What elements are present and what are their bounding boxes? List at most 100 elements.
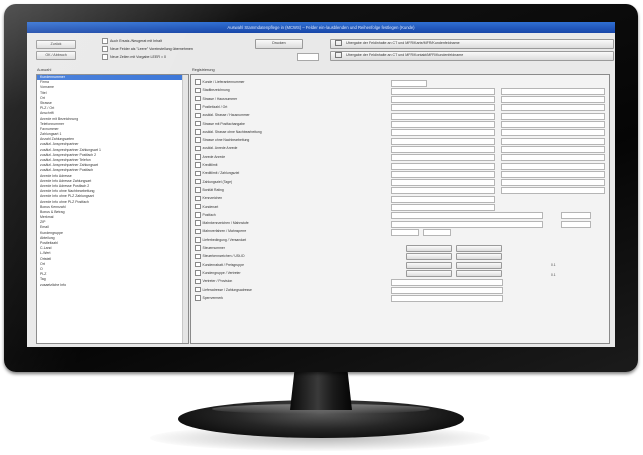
value-field[interactable]: [391, 96, 495, 104]
value-field[interactable]: [391, 79, 427, 87]
checkbox-icon[interactable]: [195, 154, 201, 160]
option-row[interactable]: Kreditlimit / Zahlungsziel: [195, 170, 239, 177]
option-row[interactable]: Zahlungsziel (Tage): [195, 178, 232, 185]
option-row[interactable]: zusätzl. Anrede Anrede: [195, 145, 237, 152]
value-field[interactable]: [501, 154, 605, 162]
option-row[interactable]: Lieferbedingung / Versandart: [195, 237, 246, 243]
option-row[interactable]: Anrede Anrede: [195, 154, 225, 160]
value-field[interactable]: [501, 112, 605, 120]
value-field[interactable]: [501, 145, 605, 153]
value-field[interactable]: [501, 104, 605, 112]
value-field[interactable]: [561, 220, 591, 228]
value-field[interactable]: [501, 87, 605, 95]
option-button[interactable]: [456, 269, 502, 277]
value-field[interactable]: [501, 121, 605, 128]
option-row[interactable]: Kundenart: [195, 203, 218, 210]
option-button[interactable]: [456, 245, 502, 252]
checkbox-icon[interactable]: [195, 112, 201, 119]
checkbox-icon[interactable]: [195, 253, 201, 260]
option-button[interactable]: [456, 261, 502, 269]
value-field[interactable]: [391, 170, 495, 178]
option-row[interactable]: zusätzl. Strasse / Hausnummer: [195, 112, 250, 119]
value-field[interactable]: [391, 104, 495, 112]
value-field[interactable]: [391, 212, 543, 220]
checkbox-icon[interactable]: [195, 278, 201, 285]
option-row[interactable]: Strasse ohne Nachbearbeitung: [195, 137, 249, 143]
checkbox-icon[interactable]: [195, 104, 201, 110]
option-row[interactable]: Mahnverfahren / Mahnsperre: [195, 228, 246, 235]
option-row[interactable]: Strasse / Hausnummer: [195, 95, 237, 102]
value-field[interactable]: [391, 287, 503, 294]
option-row[interactable]: zusätzl. Strasse ohne Nachbearbeitung: [195, 129, 262, 135]
value-field[interactable]: [391, 187, 495, 195]
checkbox-icon[interactable]: [195, 203, 201, 210]
value-field[interactable]: [391, 295, 503, 303]
value-field[interactable]: [391, 154, 495, 162]
value-field[interactable]: [501, 162, 605, 170]
option-row[interactable]: Bonität Rating: [195, 187, 224, 193]
checkbox-icon[interactable]: [195, 95, 201, 102]
toolbar-checkbox-2[interactable]: Neue Felder als "Leere" Voreinstellung ü…: [102, 46, 193, 53]
checkbox-icon[interactable]: [195, 295, 201, 301]
toolbar-checkbox-3[interactable]: Neue Zeilen mit Vorgabe LEER = 0: [102, 54, 166, 61]
option-row[interactable]: Kunde / Lieferantennummer: [195, 79, 245, 85]
value-field[interactable]: [391, 112, 495, 120]
ok-cancel-button[interactable]: OK / Abbruch: [36, 51, 76, 60]
checkbox-icon[interactable]: [195, 212, 201, 218]
list-scrollbar[interactable]: [182, 75, 188, 343]
checkbox-icon[interactable]: [195, 270, 201, 276]
value-field[interactable]: [561, 212, 591, 220]
value-field[interactable]: [501, 187, 605, 195]
checkbox-icon[interactable]: [195, 178, 201, 185]
option-row[interactable]: Sperrvermerk: [195, 295, 223, 301]
option-button[interactable]: [406, 245, 452, 252]
print-button[interactable]: Drucken: [255, 39, 303, 49]
option-row[interactable]: Vertreter / Provision: [195, 278, 232, 285]
value-field[interactable]: [501, 137, 605, 145]
checkbox-icon[interactable]: [195, 170, 201, 177]
checkbox-icon[interactable]: [195, 187, 201, 193]
option-row[interactable]: Mahnkennzeichen / Mahnstufe: [195, 220, 249, 226]
option-button[interactable]: [406, 253, 452, 261]
checkbox-icon[interactable]: [195, 87, 201, 94]
checkbox-icon[interactable]: [195, 129, 201, 135]
checkbox-icon[interactable]: [195, 228, 201, 235]
transfer-option-2[interactable]: Ubergabe der Feldinhalte an CT und MFR/K…: [330, 51, 614, 61]
checkbox-icon[interactable]: [195, 79, 201, 85]
option-button[interactable]: [456, 253, 502, 261]
checkbox-icon[interactable]: [195, 162, 201, 168]
option-row[interactable]: Strasse mit Postfachangabe: [195, 120, 245, 127]
value-field[interactable]: [391, 162, 495, 170]
toolbar-checkbox-1[interactable]: Auch Ersatz-/Neugerat mit Inhalt: [102, 38, 162, 45]
option-row[interactable]: Kundengruppe / Vertreter: [195, 270, 241, 276]
value-field[interactable]: [391, 179, 495, 187]
option-row[interactable]: Postfach: [195, 212, 216, 218]
transfer-option-1[interactable]: Ubergabe der Feldinhalte an CT und MFR/K…: [330, 39, 614, 49]
option-row[interactable]: Lieferadresse / Zahlungsadresse: [195, 286, 252, 293]
checkbox-icon[interactable]: [195, 261, 201, 268]
value-field[interactable]: [391, 220, 543, 228]
checkbox-icon[interactable]: [195, 286, 201, 293]
checkbox-icon[interactable]: [195, 120, 201, 127]
value-field[interactable]: [501, 96, 605, 104]
value-field[interactable]: [391, 278, 503, 286]
value-field[interactable]: [391, 204, 495, 211]
checkbox-icon[interactable]: [195, 245, 201, 251]
value-field[interactable]: [391, 145, 495, 153]
option-row[interactable]: Steuernummer: [195, 245, 225, 251]
value-field[interactable]: [501, 129, 605, 137]
list-item[interactable]: zusaetzliche Info: [37, 283, 188, 288]
option-row[interactable]: Kundenrabatt / Preisgruppe: [195, 261, 244, 268]
value-field[interactable]: [391, 87, 495, 95]
value-field[interactable]: [501, 179, 605, 187]
value-field[interactable]: [501, 170, 605, 178]
value-field[interactable]: [391, 137, 495, 145]
value-field[interactable]: [423, 228, 451, 236]
value-field[interactable]: [391, 195, 495, 203]
checkbox-icon[interactable]: [195, 237, 201, 243]
value-field[interactable]: [391, 121, 495, 128]
option-row[interactable]: Kreditlimit: [195, 162, 217, 168]
checkbox-icon[interactable]: [195, 145, 201, 152]
option-row[interactable]: Postleitzahl / Ort: [195, 104, 227, 110]
checkbox-icon[interactable]: [195, 195, 201, 202]
